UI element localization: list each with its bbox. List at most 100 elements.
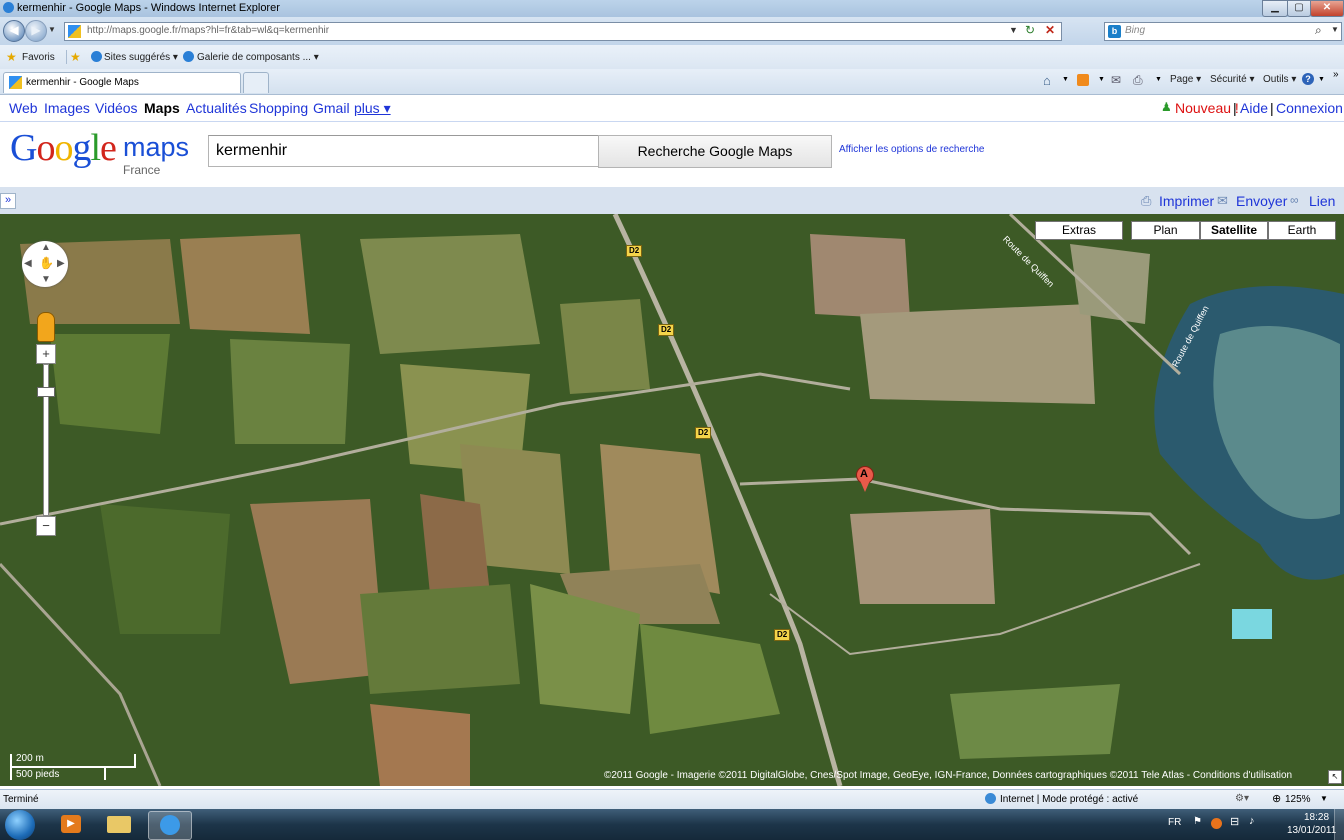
satellite-map[interactable]: D2 D2 D2 D2 A ▲ ▼ ◀ ▶ ✋ + − 200 m 500 pi… [0, 214, 1344, 786]
clock-time[interactable]: 18:28 [1304, 812, 1329, 823]
ie-icon [160, 815, 180, 835]
tray-app-icon[interactable] [1211, 818, 1222, 829]
zoom-dropdown-icon[interactable]: ▼ [1320, 794, 1328, 803]
ie-taskbar-button[interactable] [148, 811, 192, 840]
help-dropdown-icon[interactable]: ▼ [1318, 76, 1325, 83]
gbar-link-videos[interactable]: Vidéos [95, 100, 138, 116]
separator: | [1270, 100, 1274, 116]
expand-panel-button[interactable]: » [0, 193, 16, 209]
gbar-link-news[interactable]: Actualités [186, 100, 247, 116]
print-dropdown-icon[interactable]: ▼ [1155, 76, 1162, 83]
volume-icon[interactable]: ♪ [1249, 815, 1255, 827]
security-zone[interactable]: Internet | Mode protégé : activé [1000, 794, 1138, 805]
add-favorite-icon[interactable]: ★ [70, 50, 81, 64]
zoom-in-button[interactable]: + [36, 344, 56, 364]
new-tab-button[interactable] [243, 72, 269, 93]
home-icon[interactable]: ⌂ [1043, 73, 1051, 88]
pan-right-icon[interactable]: ▶ [57, 258, 65, 269]
chain-link-icon[interactable]: ∞ [1290, 193, 1299, 207]
help-icon[interactable]: ? [1302, 73, 1314, 85]
scale-bar: 200 m 500 pieds [8, 753, 136, 780]
gbar-link-web[interactable]: Web [9, 100, 38, 116]
country-label: France [123, 163, 161, 177]
link-link[interactable]: Lien [1309, 193, 1335, 209]
protected-mode-icon[interactable]: ⚙▾ [1235, 793, 1249, 804]
pan-up-icon[interactable]: ▲ [41, 242, 51, 253]
forward-button[interactable]: ▶ [25, 20, 47, 42]
print-link[interactable]: Imprimer [1159, 193, 1214, 209]
flag-icon[interactable]: ⚑ [1193, 816, 1202, 827]
network-icon[interactable]: ⊟ [1230, 815, 1239, 828]
start-button[interactable] [5, 810, 35, 840]
new-features-link[interactable]: Nouveau ! [1175, 100, 1239, 116]
tab-row: kermenhir - Google Maps ⌂ ▼ ▼ ✉ ⎙ ▼ Page… [0, 69, 1344, 95]
favorite-link-web-slice-gallery[interactable]: Galerie de composants ... ▾ [197, 52, 319, 63]
favorite-link-suggested-sites[interactable]: Sites suggérés ▾ [104, 52, 178, 63]
map-type-satellite[interactable]: Satellite [1200, 221, 1268, 240]
bing-icon: b [1108, 25, 1121, 38]
media-player-taskbar-button[interactable]: ▶ [50, 811, 92, 838]
minimize-button[interactable]: ▁ [1262, 0, 1288, 17]
zoom-out-button[interactable]: − [36, 516, 56, 536]
google-maps-logo[interactable]: Google maps France [10, 128, 190, 178]
back-button[interactable]: ◀ [3, 20, 25, 42]
page-menu[interactable]: Page ▾ [1170, 74, 1201, 85]
address-bar[interactable]: http://maps.google.fr/maps?hl=fr&tab=wl&… [64, 22, 1062, 41]
gbar-more-menu[interactable]: plus ▾ [354, 100, 391, 117]
gbar-link-gmail[interactable]: Gmail [313, 100, 350, 116]
send-link[interactable]: Envoyer [1236, 193, 1287, 209]
road-label-d2: D2 [626, 245, 643, 257]
location-marker-a[interactable]: A [855, 466, 874, 494]
zoom-level[interactable]: 125% [1285, 794, 1311, 805]
print-icon[interactable]: ⎙ [1141, 193, 1151, 209]
map-copyright[interactable]: ©2011 Google - Imagerie ©2011 DigitalGlo… [604, 770, 1292, 781]
search-dropdown-icon[interactable]: ▼ [1331, 25, 1339, 34]
history-dropdown-icon[interactable]: ▼ [48, 25, 56, 34]
maps-search-button[interactable]: Recherche Google Maps [598, 135, 832, 168]
safety-menu[interactable]: Sécurité ▾ [1210, 74, 1254, 85]
stop-icon[interactable]: ✕ [1045, 23, 1055, 37]
map-type-plan[interactable]: Plan [1131, 221, 1200, 240]
gbar-link-shopping[interactable]: Shopping [249, 100, 308, 116]
map-type-extras[interactable]: Extras [1035, 221, 1123, 240]
pan-down-icon[interactable]: ▼ [41, 274, 51, 285]
search-options-link[interactable]: Afficher les options de recherche [839, 144, 984, 155]
language-indicator[interactable]: FR [1168, 817, 1181, 828]
maps-toolbar: » ⎙ Imprimer ✉ Envoyer ∞ Lien [0, 187, 1344, 214]
tools-menu[interactable]: Outils ▾ [1263, 74, 1296, 85]
chevron-more-icon[interactable]: » [1333, 69, 1339, 80]
ie-page-icon [183, 51, 194, 62]
close-button[interactable]: ✕ [1310, 0, 1344, 17]
maps-wordmark: maps [123, 132, 190, 162]
favorites-star-icon: ★ [6, 50, 17, 64]
mail-icon[interactable]: ✉ [1111, 73, 1121, 87]
address-dropdown-icon[interactable]: ▼ [1009, 25, 1018, 35]
web-search-box[interactable]: b Bing ⌕ ▼ [1104, 22, 1342, 41]
help-link[interactable]: Aide [1240, 100, 1268, 116]
overview-toggle-icon[interactable]: ↖ [1328, 770, 1342, 784]
street-view-pegman-icon[interactable] [37, 312, 55, 342]
home-dropdown-icon[interactable]: ▼ [1062, 76, 1069, 83]
search-icon[interactable]: ⌕ [1315, 23, 1322, 38]
tab-active[interactable]: kermenhir - Google Maps [3, 72, 241, 93]
pan-left-icon[interactable]: ◀ [24, 258, 32, 269]
pan-control[interactable]: ▲ ▼ ◀ ▶ ✋ [22, 241, 68, 287]
scale-metric: 200 m [16, 753, 44, 764]
map-type-earth[interactable]: Earth [1268, 221, 1336, 240]
google-wordmark: Google [10, 127, 117, 169]
sign-in-link[interactable]: Connexion [1276, 100, 1343, 116]
gbar-link-images[interactable]: Images [44, 100, 90, 116]
maximize-button[interactable]: ▢ [1287, 0, 1311, 17]
refresh-icon[interactable]: ↻ [1025, 23, 1035, 37]
feed-dropdown-icon[interactable]: ▼ [1098, 76, 1105, 83]
favorites-button[interactable]: Favoris [22, 52, 55, 63]
show-desktop-button[interactable] [1334, 809, 1344, 840]
rss-feed-icon[interactable] [1077, 74, 1089, 86]
clock-date[interactable]: 13/01/2011 [1287, 825, 1336, 836]
zoom-slider-handle[interactable] [37, 387, 55, 397]
envelope-icon[interactable]: ✉ [1217, 193, 1228, 209]
divider [0, 121, 1344, 122]
print-icon[interactable]: ⎙ [1133, 73, 1143, 88]
maps-search-input[interactable]: kermenhir [208, 135, 600, 167]
explorer-taskbar-button[interactable] [98, 811, 140, 838]
